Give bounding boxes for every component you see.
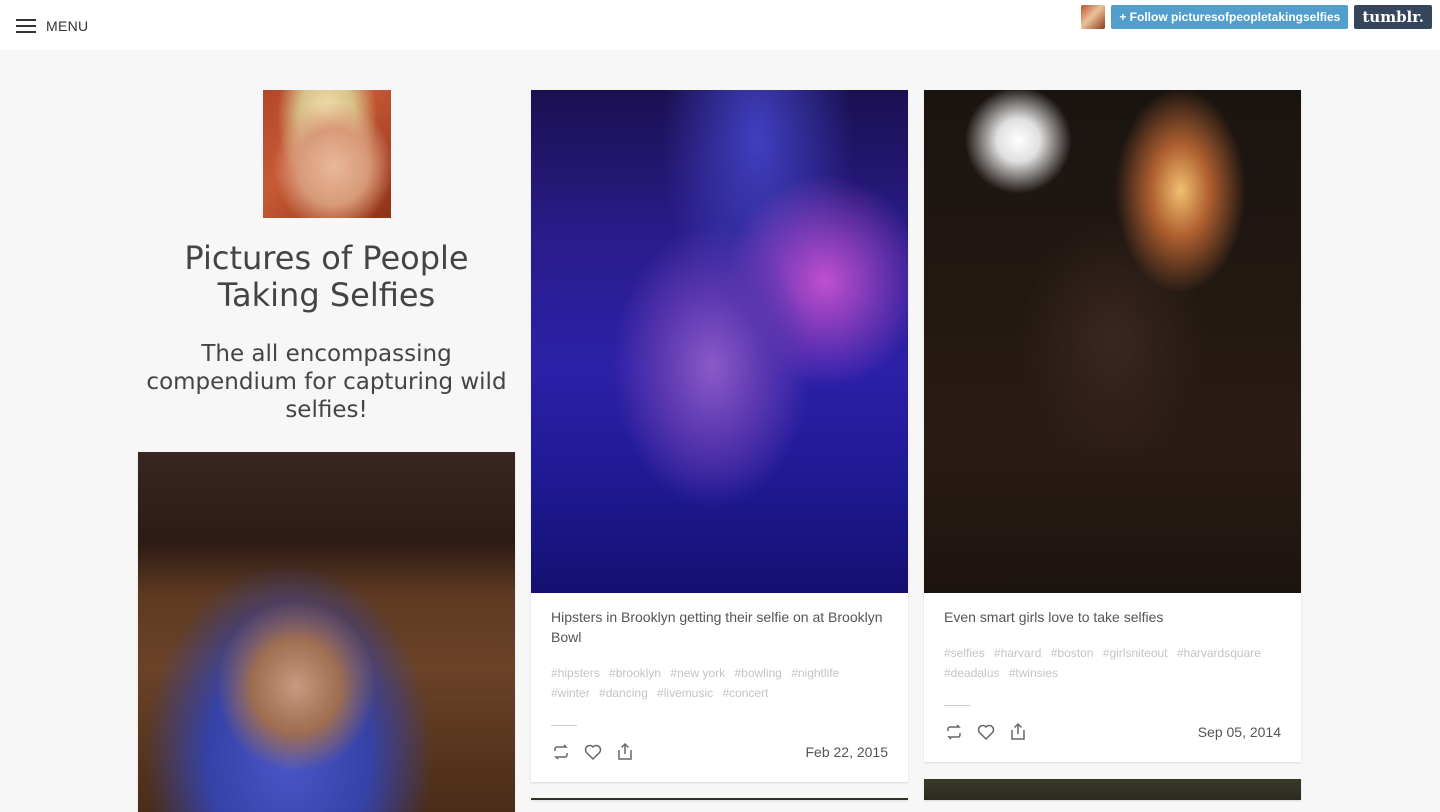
- photo-post-brooklyn: Hipsters in Brooklyn getting their selfi…: [531, 90, 908, 782]
- heart-icon[interactable]: [976, 722, 996, 742]
- post-caption: Hipsters in Brooklyn getting their selfi…: [551, 609, 883, 645]
- follow-button[interactable]: + Follow picturesofpeopletakingselfies: [1111, 5, 1349, 29]
- post-body: Hipsters in Brooklyn getting their selfi…: [551, 607, 888, 762]
- tag-link[interactable]: #bowling: [734, 666, 781, 680]
- follow-label: + Follow picturesofpeopletakingselfies: [1119, 10, 1341, 24]
- blog-description: The all encompassing compendium for capt…: [146, 341, 507, 423]
- share-icon[interactable]: [1008, 722, 1028, 742]
- blog-avatar-small[interactable]: [1081, 5, 1106, 29]
- post-footer: Feb 22, 2015: [551, 742, 888, 762]
- post-tags: #selfies #harvard #boston #girlsniteout …: [944, 643, 1281, 683]
- post-photo[interactable]: [531, 90, 908, 593]
- post-divider: [944, 705, 970, 706]
- top-bar: MENU + Follow picturesofpeopletakingself…: [0, 0, 1440, 50]
- tag-link[interactable]: #brooklyn: [609, 666, 661, 680]
- tag-link[interactable]: #livemusic: [657, 686, 713, 700]
- tag-link[interactable]: #harvardsquare: [1177, 646, 1261, 660]
- photo-post-harvard: Even smart girls love to take selfies #s…: [924, 90, 1301, 762]
- post-date[interactable]: Sep 05, 2014: [1198, 724, 1281, 740]
- photo-post-next-right: [924, 779, 1301, 800]
- tumblr-logo[interactable]: tumblr.: [1354, 5, 1432, 29]
- menu-button[interactable]: MENU: [16, 14, 88, 38]
- blog-sidebar: Pictures of People Taking Selfies The al…: [138, 90, 515, 424]
- tag-link[interactable]: #dancing: [599, 686, 648, 700]
- tag-link[interactable]: #deadalus: [944, 666, 999, 680]
- post-photo[interactable]: [924, 779, 1301, 800]
- tag-link[interactable]: #boston: [1051, 646, 1094, 660]
- share-icon[interactable]: [615, 742, 635, 762]
- post-photo[interactable]: [138, 452, 515, 812]
- tag-link[interactable]: #concert: [722, 686, 768, 700]
- post-tags: #hipsters #brooklyn #new york #bowling #…: [551, 663, 888, 703]
- blog-avatar[interactable]: [262, 90, 391, 218]
- tag-link[interactable]: #twinsies: [1009, 666, 1058, 680]
- tag-link[interactable]: #harvard: [994, 646, 1041, 660]
- reblog-icon[interactable]: [944, 722, 964, 742]
- tag-link[interactable]: #new york: [670, 666, 725, 680]
- tumblr-controls: + Follow picturesofpeopletakingselfies t…: [1081, 5, 1432, 29]
- post-photo[interactable]: [924, 90, 1301, 593]
- blog-title[interactable]: Pictures of People Taking Selfies: [138, 240, 515, 314]
- post-caption: Even smart girls love to take selfies: [944, 609, 1164, 625]
- tag-link[interactable]: #selfies: [944, 646, 985, 660]
- hamburger-icon: [16, 19, 36, 33]
- post-body: Even smart girls love to take selfies #s…: [944, 607, 1281, 742]
- menu-label: MENU: [46, 18, 89, 34]
- photo-post-left: [138, 452, 515, 812]
- reblog-icon[interactable]: [551, 742, 571, 762]
- tag-link[interactable]: #nightlife: [791, 666, 839, 680]
- post-date[interactable]: Feb 22, 2015: [805, 744, 888, 760]
- tag-link[interactable]: #girlsniteout: [1103, 646, 1168, 660]
- tag-link[interactable]: #winter: [551, 686, 590, 700]
- post-footer: Sep 05, 2014: [944, 722, 1281, 742]
- heart-icon[interactable]: [583, 742, 603, 762]
- tag-link[interactable]: #hipsters: [551, 666, 600, 680]
- post-divider: [551, 725, 577, 726]
